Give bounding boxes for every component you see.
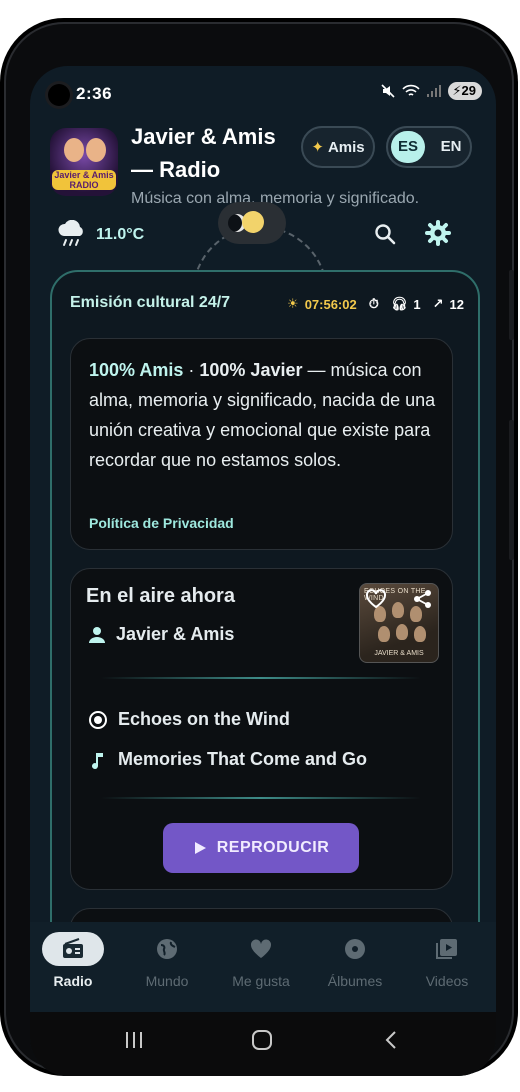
now-playing-title: En el aire ahora: [86, 585, 235, 607]
album-name: Echoes on the Wind: [118, 709, 290, 729]
nav-mundo[interactable]: Mundo: [122, 932, 212, 989]
privacy-link[interactable]: Política de Privacidad: [89, 515, 234, 531]
power-button: [509, 420, 514, 560]
signal-icon: [427, 85, 442, 97]
mute-icon: [381, 84, 395, 98]
battery-indicator: ⚡29: [448, 82, 482, 100]
battery-level: 29: [461, 83, 476, 98]
trend-icon: ↗: [432, 296, 444, 311]
app-logo: Javier & Amis RADIO: [50, 128, 118, 196]
status-bar: 2:36 ⚡29: [30, 66, 496, 110]
intro-text: 100% Amis · 100% Javier — música con alm…: [89, 355, 439, 475]
nav-albumes[interactable]: Álbumes: [310, 932, 400, 989]
sun-clock-icon: ☀: [287, 296, 299, 311]
temperature: 11.0°C: [96, 226, 145, 243]
nav-radio[interactable]: Radio: [30, 932, 118, 989]
artist-name: Javier & Amis: [116, 624, 235, 644]
trend-count: 12: [449, 296, 464, 312]
bottom-navigation: Radio Mundo Me gusta Álbumes Videos: [30, 922, 496, 1012]
weather-widget: 11.0°C: [56, 220, 144, 250]
heart-icon[interactable]: [365, 589, 387, 609]
music-note-icon: [92, 752, 103, 769]
divider: [101, 677, 421, 679]
headphones-icon: 🎧︎: [390, 296, 408, 311]
status-icons: ⚡29: [380, 82, 482, 100]
broadcast-clock: 07:56:02: [304, 296, 357, 312]
nav-videos[interactable]: Videos: [402, 932, 492, 989]
nav-radio-label: Radio: [53, 973, 93, 989]
track-name: Memories That Come and Go: [118, 749, 368, 769]
album-art-artist: JAVIER & AMIS: [374, 650, 424, 657]
wifi-icon: [402, 84, 420, 96]
logo-text-line-1: Javier & Amis: [54, 170, 114, 180]
globe-icon: [157, 939, 177, 959]
sparkle-icon: ✦: [311, 139, 324, 156]
broadcast-panel: Emisión cultural 24/7 ☀ 07:56:02 ⏱ 🎧︎ 1 …: [50, 270, 480, 1008]
nav-mundo-label: Mundo: [145, 973, 189, 989]
rain-cloud-icon: [58, 220, 83, 246]
nav-me-gusta[interactable]: Me gusta: [216, 932, 306, 989]
person-icon: [89, 626, 105, 643]
search-icon[interactable]: [373, 222, 397, 246]
listener-count: 1: [413, 296, 421, 312]
broadcast-stats: ☀ 07:56:02 ⏱ 🎧︎ 1 ↗ 12: [287, 296, 464, 312]
logo-text-line-2: RADIO: [69, 180, 99, 190]
volume-button: [509, 270, 514, 340]
intro-card: 100% Amis · 100% Javier — música con alm…: [70, 338, 453, 550]
artist-row: Javier & Amis: [88, 624, 234, 645]
amis-button-label: Amis: [327, 138, 365, 156]
language-toggle: ES EN: [386, 126, 472, 168]
intro-highlight-javier: 100% Javier: [199, 360, 303, 380]
back-icon[interactable]: [380, 1028, 404, 1052]
play-icon: [194, 842, 206, 854]
app-screen: 2:36 ⚡29 Javier & Amis RADIO Javier & Ami…: [30, 66, 496, 1076]
lang-en-button[interactable]: EN: [434, 131, 468, 163]
radio-icon: [63, 938, 83, 958]
lang-es-button[interactable]: ES: [391, 131, 425, 163]
intro-highlight-amis: 100% Amis: [89, 360, 184, 380]
nav-videos-label: Videos: [425, 973, 469, 989]
nav-albumes-label: Álbumes: [327, 973, 383, 989]
play-button-label: REPRODUCIR: [216, 839, 330, 856]
gear-icon[interactable]: [425, 220, 451, 246]
home-icon[interactable]: [250, 1028, 274, 1052]
divider: [101, 797, 421, 799]
track-row: Memories That Come and Go: [88, 749, 367, 770]
album-row: Echoes on the Wind: [88, 709, 290, 730]
broadcast-title: Emisión cultural 24/7: [70, 294, 231, 311]
front-camera: [48, 84, 70, 106]
now-playing-card: En el aire ahora Javier & Amis ECHOES ON…: [70, 568, 453, 890]
video-icon: [436, 939, 457, 959]
album-icon: [345, 939, 365, 959]
share-icon[interactable]: [413, 589, 433, 609]
radio-button-icon: [89, 710, 107, 729]
heart-filled-icon: [250, 939, 272, 958]
play-button[interactable]: REPRODUCIR: [163, 823, 359, 873]
theme-toggle[interactable]: [218, 202, 286, 244]
status-time: 2:36: [76, 84, 113, 103]
phone-frame: 2:36 ⚡29 Javier & Amis RADIO Javier & Ami…: [4, 22, 514, 1076]
recent-apps-icon[interactable]: [122, 1028, 146, 1052]
timer-icon: ⏱: [368, 296, 379, 311]
sun-icon: [242, 211, 264, 233]
amis-button[interactable]: ✦ Amis: [301, 126, 375, 168]
nav-me-gusta-label: Me gusta: [232, 973, 290, 989]
intro-sep: ·: [183, 360, 200, 380]
system-navigation-bar: [30, 1012, 496, 1076]
app-title: Javier & Amis — Radio: [131, 124, 276, 182]
